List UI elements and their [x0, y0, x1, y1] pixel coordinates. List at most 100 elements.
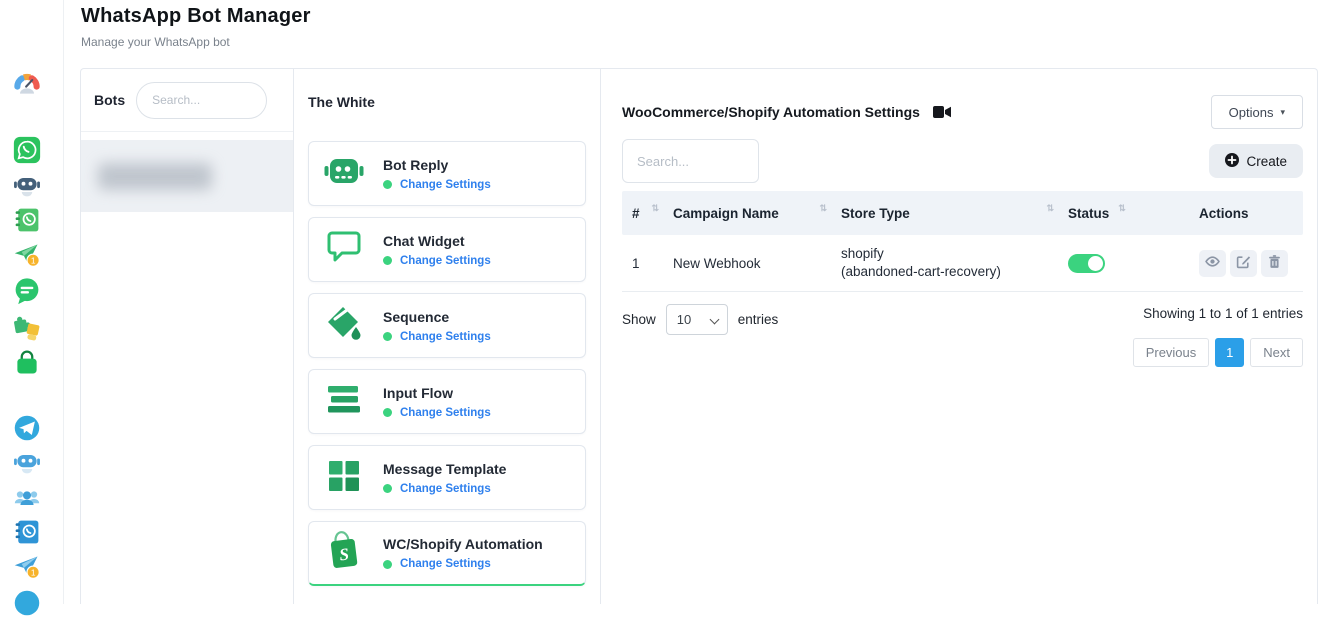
showing-entries-text: Showing 1 to 1 of 1 entries [1143, 306, 1303, 321]
table-footer: Show 10 entries Showing 1 to 1 of 1 entr… [622, 304, 1303, 367]
eye-icon [1205, 254, 1220, 272]
status-toggle[interactable] [1068, 254, 1105, 273]
options-button[interactable]: Options ▾ [1211, 95, 1303, 129]
svg-text:1: 1 [31, 567, 36, 577]
card-label: Bot Reply [383, 157, 491, 173]
page-title: WhatsApp Bot Manager [81, 5, 311, 28]
status-dot-icon [383, 180, 392, 189]
bots-search-input[interactable] [136, 82, 267, 119]
col-campaign-name[interactable]: Campaign Name ⇅ [673, 206, 841, 221]
contacts-green-icon[interactable] [13, 206, 41, 234]
svg-text:1: 1 [31, 255, 36, 265]
robot-blue-icon[interactable] [13, 448, 41, 476]
next-page-button[interactable]: Next [1250, 338, 1303, 367]
shopify-card-icon: S [322, 529, 366, 578]
change-settings-link[interactable]: Change Settings [400, 407, 491, 419]
card-label: Sequence [383, 309, 491, 325]
campaign-plane-green-icon[interactable]: 1 [13, 241, 41, 269]
bot-settings-panel: The White Bot Reply [294, 69, 601, 604]
automation-header: WooCommerce/Shopify Automation Settings … [622, 95, 1303, 129]
show-label: Show [622, 312, 656, 327]
table-header: # ⇅ Campaign Name ⇅ Store Type ⇅ Status … [622, 191, 1303, 235]
col-index[interactable]: # ⇅ [632, 206, 673, 221]
status-dot-icon [383, 408, 392, 417]
change-settings-link[interactable]: Change Settings [400, 483, 491, 495]
bars-card-icon [322, 377, 366, 426]
pagination: Previous 1 Next [1133, 338, 1303, 367]
card-label: Chat Widget [383, 233, 491, 249]
paint-bucket-card-icon [322, 301, 366, 350]
shopping-bag-green-icon[interactable] [13, 349, 41, 377]
settings-card-chat-widget[interactable]: Chat Widget Change Settings [308, 217, 586, 282]
page-1-button[interactable]: 1 [1215, 338, 1244, 367]
row-status [1068, 254, 1199, 273]
robot-green-icon[interactable] [13, 171, 41, 199]
settings-card-input-flow[interactable]: Input Flow Change Settings [308, 369, 586, 434]
status-dot-icon [383, 256, 392, 265]
content-card: Bots The White [80, 68, 1318, 604]
row-campaign-name: New Webhook [673, 256, 841, 271]
row-actions [1199, 250, 1303, 277]
bot-list-item-selected[interactable] [81, 140, 293, 212]
edit-icon [1236, 254, 1251, 272]
change-settings-link[interactable]: Change Settings [400, 255, 491, 267]
grid-card-icon [322, 453, 366, 502]
create-button[interactable]: Create [1209, 144, 1303, 178]
sort-icon: ⇅ [1046, 203, 1054, 214]
team-blue-icon[interactable] [13, 484, 41, 512]
app-sidebar: 1 [0, 0, 64, 604]
delete-button[interactable] [1261, 250, 1288, 277]
contacts-blue-icon[interactable] [13, 518, 41, 546]
settings-card-wc-shopify-automation[interactable]: S WC/Shopify Automation Change Settings [308, 521, 586, 586]
settings-card-list: Bot Reply Change Settings Chat Widget [294, 141, 600, 586]
automation-toolbar: Create [622, 139, 1303, 183]
telegram-icon[interactable] [13, 414, 41, 442]
dashboard-gauge-icon[interactable] [13, 70, 41, 98]
col-status[interactable]: Status ⇅ [1068, 206, 1199, 221]
entries-label: entries [738, 312, 779, 327]
trash-icon [1267, 254, 1282, 272]
page-header: WhatsApp Bot Manager Manage your WhatsAp… [81, 5, 311, 49]
chat-widget-card-icon [322, 225, 366, 274]
plus-circle-icon [1225, 153, 1239, 170]
status-dot-icon [383, 484, 392, 493]
chat-bubble-green-icon[interactable] [13, 277, 41, 305]
integration-puzzle-icon[interactable] [13, 313, 41, 341]
page-subtitle: Manage your WhatsApp bot [81, 35, 311, 49]
automation-panel: WooCommerce/Shopify Automation Settings … [601, 69, 1317, 604]
settings-card-bot-reply[interactable]: Bot Reply Change Settings [308, 141, 586, 206]
change-settings-link[interactable]: Change Settings [400, 179, 491, 191]
row-index: 1 [632, 256, 673, 271]
sort-icon: ⇅ [1118, 203, 1126, 214]
bots-panel-header: Bots [81, 69, 293, 132]
settings-card-message-template[interactable]: Message Template Change Settings [308, 445, 586, 510]
caret-down-icon: ▾ [1280, 107, 1285, 118]
card-label: Input Flow [383, 385, 491, 401]
change-settings-link[interactable]: Change Settings [400, 558, 491, 570]
change-settings-link[interactable]: Change Settings [400, 331, 491, 343]
video-tutorial-icon[interactable] [933, 105, 951, 119]
automation-title: WooCommerce/Shopify Automation Settings [622, 104, 920, 120]
status-dot-icon [383, 560, 392, 569]
card-label: WC/Shopify Automation [383, 536, 543, 552]
edit-button[interactable] [1230, 250, 1257, 277]
status-dot-icon [383, 332, 392, 341]
bot-name-redacted [98, 163, 212, 190]
chevron-down-icon [709, 315, 719, 325]
partial-blue-circle-icon[interactable] [13, 589, 41, 617]
page-size-select[interactable]: 10 [666, 304, 728, 335]
robot-card-icon [322, 149, 366, 198]
automation-search-input[interactable] [622, 139, 759, 183]
table-row: 1 New Webhook shopify (abandoned-cart-re… [622, 235, 1303, 292]
selected-bot-name: The White [294, 69, 600, 110]
sort-icon: ⇅ [819, 203, 827, 214]
col-store-type[interactable]: Store Type ⇅ [841, 206, 1068, 221]
campaign-plane-blue-icon[interactable]: 1 [13, 553, 41, 581]
view-button[interactable] [1199, 250, 1226, 277]
whatsapp-icon[interactable] [13, 136, 41, 164]
settings-card-sequence[interactable]: Sequence Change Settings [308, 293, 586, 358]
sort-icon: ⇅ [651, 203, 659, 214]
bots-panel: Bots [81, 69, 294, 604]
previous-page-button[interactable]: Previous [1133, 338, 1210, 367]
row-store-type: shopify (abandoned-cart-recovery) [841, 245, 1068, 281]
